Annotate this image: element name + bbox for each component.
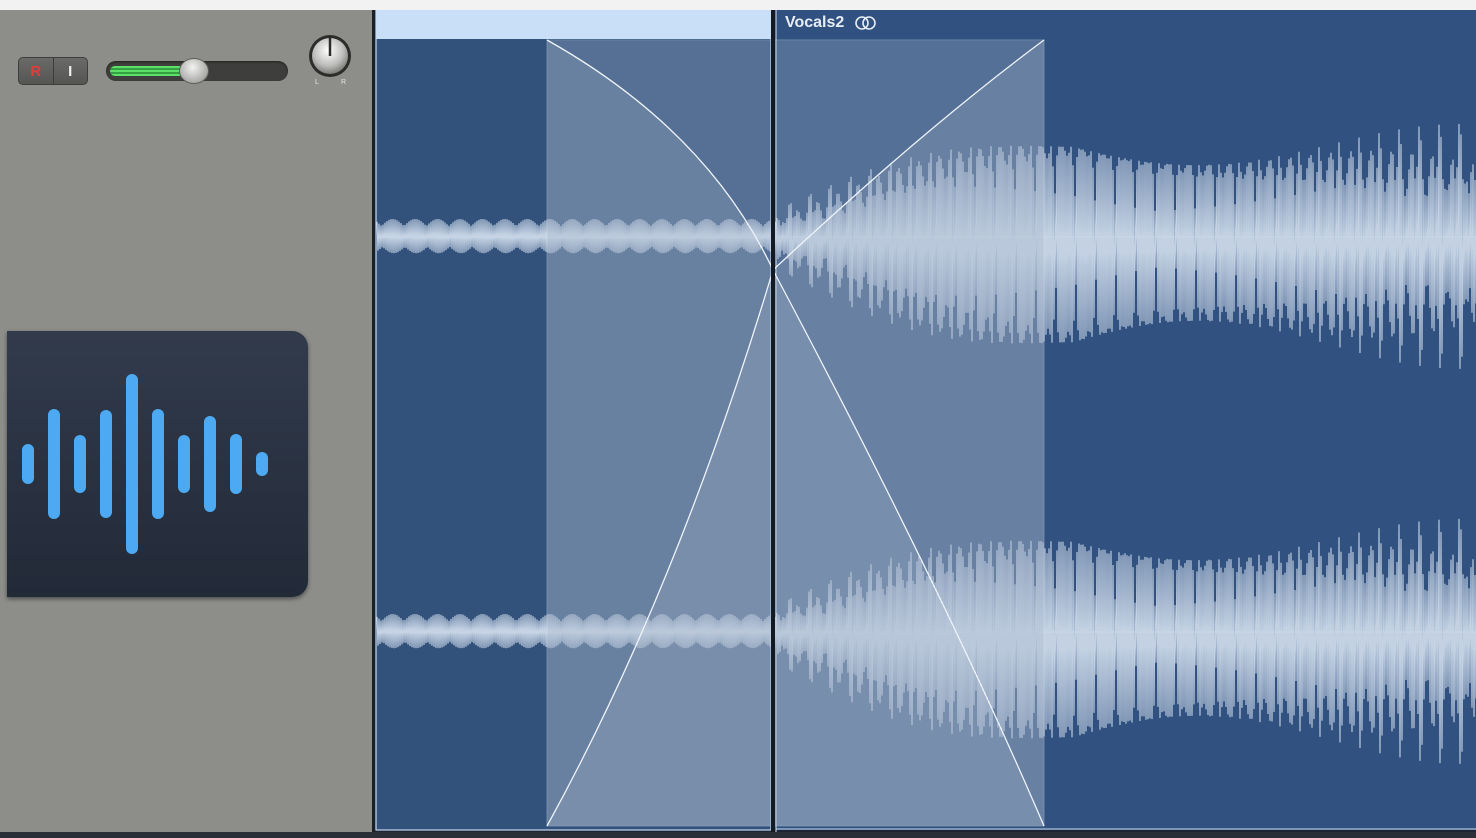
garageband-window: R I L R Vocals2 bbox=[0, 0, 1476, 838]
region-name: Vocals2 bbox=[785, 14, 845, 31]
bottom-bar bbox=[0, 832, 1476, 838]
pan-right-label: R bbox=[341, 79, 346, 86]
pan-left-label: L bbox=[315, 79, 319, 86]
volume-slider-thumb[interactable] bbox=[178, 58, 209, 84]
waveform-icon-bar bbox=[126, 374, 138, 554]
record-enable-button[interactable]: R bbox=[19, 58, 53, 84]
track-icon-tile[interactable] bbox=[7, 331, 308, 597]
waveform-icon-bar bbox=[74, 435, 86, 493]
input-monitor-button[interactable]: I bbox=[52, 58, 88, 84]
track-header[interactable]: R I L R bbox=[0, 10, 373, 832]
pan-knob[interactable]: L R bbox=[306, 34, 354, 86]
waveform-icon-bar bbox=[204, 416, 216, 512]
arrange-canvas bbox=[375, 10, 1476, 832]
waveform-icon-bar bbox=[48, 409, 60, 519]
waveform-icon-bar bbox=[256, 452, 268, 476]
region-header-vocals2[interactable]: Vocals2 bbox=[785, 14, 878, 32]
record-monitor-group: R I bbox=[18, 57, 88, 85]
playhead[interactable] bbox=[771, 10, 775, 832]
linked-circles-icon bbox=[855, 16, 877, 30]
waveform-icon-bar bbox=[152, 409, 164, 519]
waveform-icon-bar bbox=[178, 435, 190, 493]
tracks-area[interactable] bbox=[375, 10, 1476, 832]
waveform-icon-bar bbox=[22, 444, 34, 484]
waveform-icon bbox=[22, 374, 268, 554]
region-1-header-selected bbox=[376, 10, 771, 39]
volume-slider[interactable] bbox=[106, 58, 288, 84]
waveform-icon-bar bbox=[230, 434, 242, 494]
waveform-icon-bar bbox=[100, 410, 112, 518]
